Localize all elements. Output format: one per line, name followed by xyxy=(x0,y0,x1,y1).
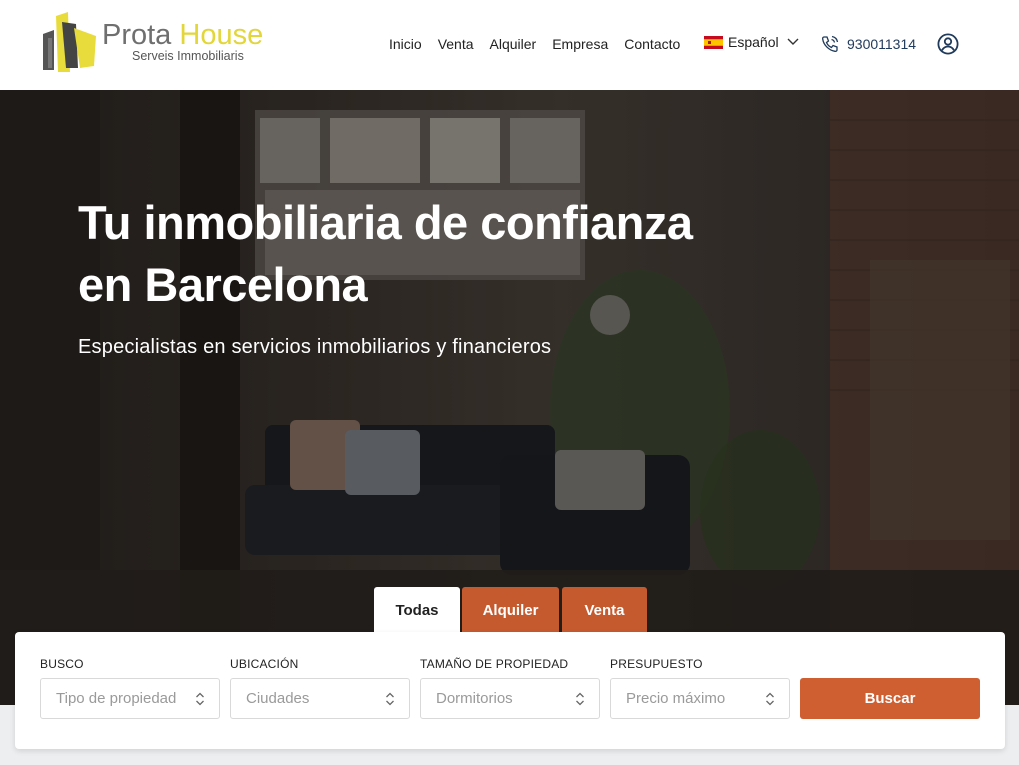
field-label-presupuesto: PRESUPUESTO xyxy=(610,657,703,671)
field-tamano: TAMAÑO DE PROPIEDAD Dormitorios xyxy=(420,657,600,719)
logo[interactable]: Prota House Serveis Immobiliaris xyxy=(40,12,290,76)
tab-todas[interactable]: Todas xyxy=(374,587,460,633)
field-label-busco: BUSCO xyxy=(40,657,84,671)
field-presupuesto: PRESUPUESTO Precio máximo xyxy=(610,657,790,719)
property-type-placeholder: Tipo de propiedad xyxy=(56,690,177,707)
spain-flag-icon xyxy=(704,35,723,49)
bedrooms-placeholder: Dormitorios xyxy=(436,690,513,707)
chevron-down-icon xyxy=(787,38,799,45)
property-type-select[interactable]: Tipo de propiedad xyxy=(40,678,220,719)
logo-mark-icon xyxy=(43,12,96,72)
brand-name: Prota House xyxy=(102,20,263,50)
search-panel: BUSCO Tipo de propiedad UBICACIÓN Ciudad… xyxy=(15,632,1005,749)
select-arrows-icon xyxy=(386,692,394,705)
phone-icon xyxy=(822,35,839,52)
language-selector[interactable]: Español xyxy=(704,34,799,50)
phone-number: 930011314 xyxy=(847,36,917,52)
user-account-icon[interactable] xyxy=(937,33,959,55)
max-price-placeholder: Precio máximo xyxy=(626,690,726,707)
city-select[interactable]: Ciudades xyxy=(230,678,410,719)
tab-alquiler[interactable]: Alquiler xyxy=(462,587,559,633)
city-placeholder: Ciudades xyxy=(246,690,310,707)
select-arrows-icon xyxy=(196,692,204,705)
select-arrows-icon xyxy=(766,692,774,705)
brand-name-part2: House xyxy=(179,19,264,51)
nav-item-contacto[interactable]: Contacto xyxy=(624,35,680,53)
hero-subtitle: Especialistas en servicios inmobiliarios… xyxy=(78,336,552,358)
field-ubicacion: UBICACIÓN Ciudades xyxy=(230,657,410,719)
field-label-tamano: TAMAÑO DE PROPIEDAD xyxy=(420,657,569,671)
select-arrows-icon xyxy=(576,692,584,705)
bedrooms-select[interactable]: Dormitorios xyxy=(420,678,600,719)
main-nav: Inicio Venta Alquiler Empresa Contacto xyxy=(389,35,696,53)
nav-item-empresa[interactable]: Empresa xyxy=(552,35,608,53)
phone-link[interactable]: 930011314 xyxy=(820,34,916,54)
brand-name-part1: Prota xyxy=(102,19,172,51)
language-label: Español xyxy=(728,34,779,50)
nav-item-alquiler[interactable]: Alquiler xyxy=(490,35,537,53)
hero-title: Tu inmobiliaria de confianza en Barcelon… xyxy=(78,196,693,311)
field-label-ubicacion: UBICACIÓN xyxy=(230,657,299,671)
nav-item-venta[interactable]: Venta xyxy=(438,35,474,53)
search-button[interactable]: Buscar xyxy=(800,678,980,719)
field-busco: BUSCO Tipo de propiedad xyxy=(40,657,220,719)
max-price-select[interactable]: Precio máximo xyxy=(610,678,790,719)
brand-tagline: Serveis Immobiliaris xyxy=(132,49,244,63)
tab-venta[interactable]: Venta xyxy=(562,587,647,633)
site-header: Prota House Serveis Immobiliaris Inicio … xyxy=(0,0,1019,90)
nav-item-inicio[interactable]: Inicio xyxy=(389,35,422,53)
